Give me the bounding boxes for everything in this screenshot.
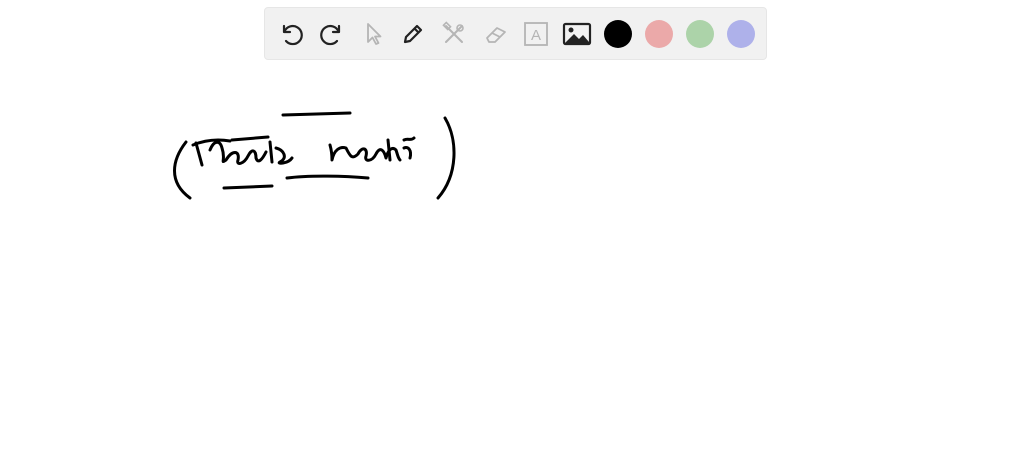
whiteboard-canvas[interactable]: A (0, 0, 1024, 470)
handwritten-ink (173, 111, 456, 200)
